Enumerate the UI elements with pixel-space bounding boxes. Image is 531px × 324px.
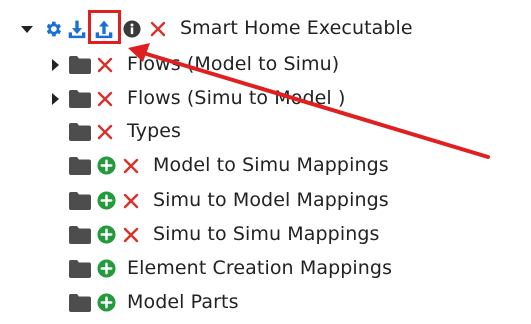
tree-node-label[interactable]: Model to Simu Mappings (153, 154, 389, 176)
add-icon[interactable] (97, 225, 116, 244)
folder-icon (69, 294, 91, 312)
add-icon[interactable] (97, 156, 116, 175)
close-icon[interactable] (123, 193, 139, 209)
caret-right-icon[interactable] (48, 58, 62, 72)
info-icon[interactable] (123, 20, 141, 38)
caret-right-icon[interactable] (48, 92, 62, 106)
tree-node-row[interactable]: Model to Simu Mappings (0, 151, 420, 181)
close-icon[interactable] (150, 21, 166, 37)
tree-node-row[interactable]: Simu to Model Mappings (0, 186, 420, 216)
tree-node-label[interactable]: Model Parts (127, 291, 239, 313)
folder-icon (69, 90, 91, 108)
tree-node-row[interactable]: Types (0, 117, 420, 147)
folder-icon (69, 157, 91, 175)
close-icon[interactable] (97, 57, 113, 73)
download-icon[interactable] (67, 19, 87, 39)
add-icon[interactable] (97, 293, 116, 312)
folder-icon (69, 226, 91, 244)
close-icon[interactable] (97, 124, 113, 140)
folder-icon (69, 260, 91, 278)
add-icon[interactable] (97, 191, 116, 210)
close-icon[interactable] (97, 91, 113, 107)
gear-icon[interactable] (43, 19, 63, 39)
tree-node-label[interactable]: Flows (Model to Simu) (127, 53, 339, 75)
tree-node-label[interactable]: Flows (Simu to Model ) (127, 87, 345, 109)
annotation-highlight-box (88, 10, 121, 44)
folder-icon (69, 123, 91, 141)
tree-node-row[interactable]: Element Creation Mappings (0, 254, 420, 284)
add-icon[interactable] (97, 259, 116, 278)
tree-node-label[interactable]: Simu to Simu Mappings (153, 223, 380, 245)
tree-node-label[interactable]: Element Creation Mappings (127, 257, 392, 279)
tree-node-row[interactable]: Flows (Model to Simu) (0, 50, 420, 80)
caret-down-icon[interactable] (20, 22, 34, 36)
folder-icon (69, 192, 91, 210)
tree-node-label[interactable]: Types (127, 120, 181, 142)
tree-node-row[interactable]: Simu to Simu Mappings (0, 220, 420, 250)
tree-node-label[interactable]: Simu to Model Mappings (153, 189, 389, 211)
tree-node-row[interactable]: Model Parts (0, 288, 420, 318)
folder-icon (69, 56, 91, 74)
close-icon[interactable] (123, 227, 139, 243)
close-icon[interactable] (123, 158, 139, 174)
tree-node-row[interactable]: Flows (Simu to Model ) (0, 84, 420, 114)
tree-root-row[interactable]: Smart Home Executable (0, 14, 420, 44)
tree-root-label[interactable]: Smart Home Executable (180, 17, 413, 39)
